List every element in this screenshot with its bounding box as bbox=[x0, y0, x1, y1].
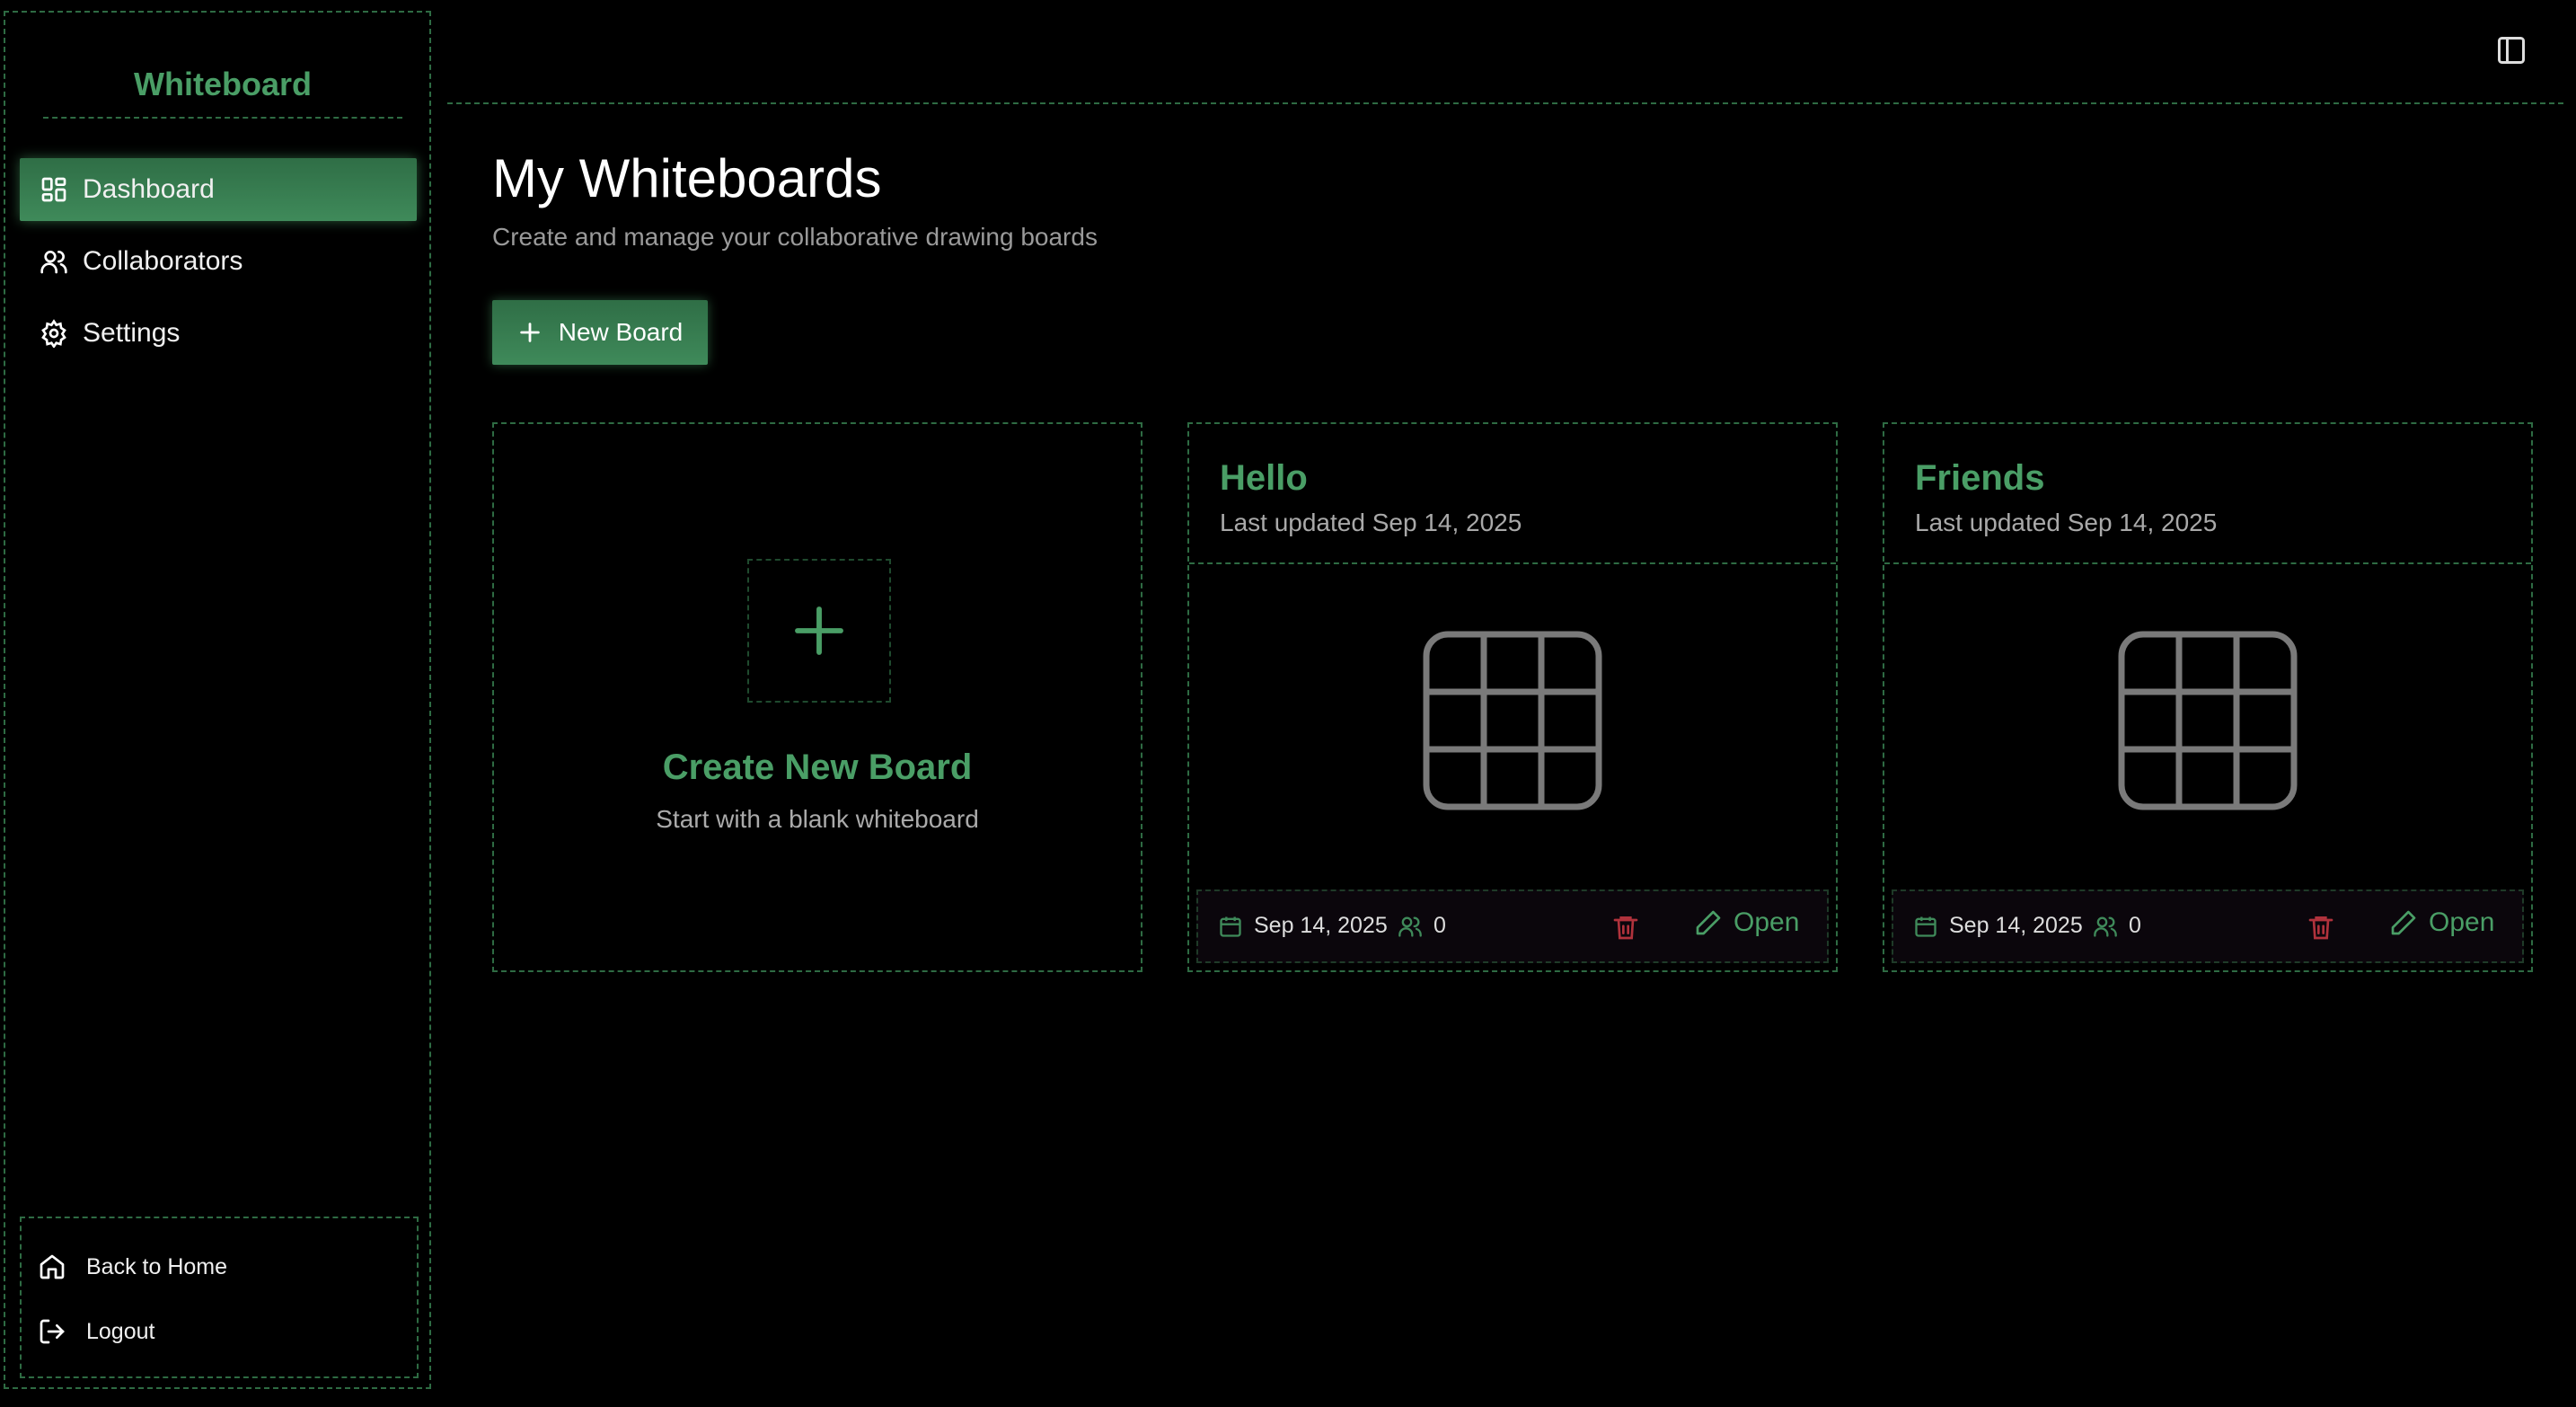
sidebar-footer: Back to Home Logout bbox=[20, 1217, 419, 1378]
board-card-header: Friends Last updated Sep 14, 2025 bbox=[1884, 424, 2531, 564]
sidebar-item-collaborators[interactable]: Collaborators bbox=[20, 230, 417, 293]
open-board-button[interactable]: Open bbox=[2389, 907, 2494, 938]
gear-icon bbox=[41, 319, 66, 348]
board-card-footer: Sep 14, 2025 0 Open bbox=[1196, 889, 1829, 963]
new-board-label: New Board bbox=[558, 318, 684, 346]
logout-button[interactable]: Logout bbox=[38, 1305, 397, 1358]
board-card-header: Hello Last updated Sep 14, 2025 bbox=[1189, 424, 1836, 564]
logout-icon bbox=[40, 1319, 65, 1344]
collaborator-count-text: 0 bbox=[2129, 913, 2141, 938]
plus-icon bbox=[520, 323, 540, 342]
create-board-card[interactable]: Create New Board Start with a blank whit… bbox=[492, 422, 1142, 972]
pencil-icon bbox=[2391, 910, 2416, 935]
sidebar-item-settings[interactable]: Settings bbox=[20, 302, 417, 365]
board-title: Friends bbox=[1915, 458, 2045, 498]
brand-title: Whiteboard bbox=[43, 52, 402, 119]
board-grid-icon bbox=[2118, 631, 2298, 810]
board-card-footer: Sep 14, 2025 0 Open bbox=[1892, 889, 2524, 963]
board-date-text: Sep 14, 2025 bbox=[1254, 913, 1388, 938]
logout-label: Logout bbox=[86, 1318, 155, 1344]
board-collaborator-count: 0 bbox=[1398, 913, 1446, 939]
home-icon bbox=[40, 1254, 65, 1279]
delete-icon[interactable] bbox=[2307, 913, 2335, 942]
create-board-subtitle: Start with a blank whiteboard bbox=[656, 805, 979, 833]
sidebar-item-label: Dashboard bbox=[83, 174, 215, 204]
users-icon bbox=[1398, 916, 1422, 937]
back-to-home-label: Back to Home bbox=[86, 1253, 228, 1279]
sidebar-toggle-icon[interactable] bbox=[2495, 34, 2527, 66]
back-to-home-link[interactable]: Back to Home bbox=[38, 1240, 397, 1294]
board-last-updated: Last updated Sep 14, 2025 bbox=[1915, 509, 2218, 536]
sidebar-item-label: Settings bbox=[83, 318, 181, 348]
board-card[interactable]: Hello Last updated Sep 14, 2025 Sep 14, … bbox=[1187, 422, 1838, 972]
sidebar: Whiteboard Dashboard Collaborators Setti… bbox=[4, 11, 431, 1389]
board-title: Hello bbox=[1220, 458, 1308, 498]
open-label: Open bbox=[1734, 907, 1800, 937]
calendar-icon bbox=[1915, 916, 1936, 937]
board-date: Sep 14, 2025 bbox=[1218, 913, 1388, 939]
board-card[interactable]: Friends Last updated Sep 14, 2025 Sep 14… bbox=[1883, 422, 2533, 972]
board-last-updated: Last updated Sep 14, 2025 bbox=[1220, 509, 1522, 536]
delete-icon[interactable] bbox=[1611, 913, 1640, 942]
plus-icon bbox=[795, 606, 843, 655]
top-bar bbox=[447, 0, 2563, 104]
create-board-title: Create New Board bbox=[662, 748, 973, 787]
page-subtitle: Create and manage your collaborative dra… bbox=[492, 223, 1098, 251]
board-collaborator-count: 0 bbox=[2093, 913, 2141, 939]
users-icon bbox=[2094, 916, 2117, 937]
calendar-icon bbox=[1220, 916, 1241, 937]
pencil-icon bbox=[1696, 910, 1721, 935]
board-date-text: Sep 14, 2025 bbox=[1949, 913, 2083, 938]
board-date: Sep 14, 2025 bbox=[1913, 913, 2083, 939]
open-board-button[interactable]: Open bbox=[1694, 907, 1799, 938]
collaborator-count-text: 0 bbox=[1434, 913, 1446, 938]
users-icon bbox=[40, 251, 67, 274]
new-board-button[interactable]: New Board bbox=[492, 300, 708, 365]
sidebar-item-label: Collaborators bbox=[83, 246, 243, 276]
page-title: My Whiteboards bbox=[492, 148, 882, 208]
board-grid-icon bbox=[1423, 631, 1602, 810]
open-label: Open bbox=[2429, 907, 2495, 937]
sidebar-item-dashboard[interactable]: Dashboard bbox=[20, 158, 417, 221]
dashboard-icon bbox=[41, 177, 66, 202]
create-plus-box bbox=[747, 559, 891, 703]
